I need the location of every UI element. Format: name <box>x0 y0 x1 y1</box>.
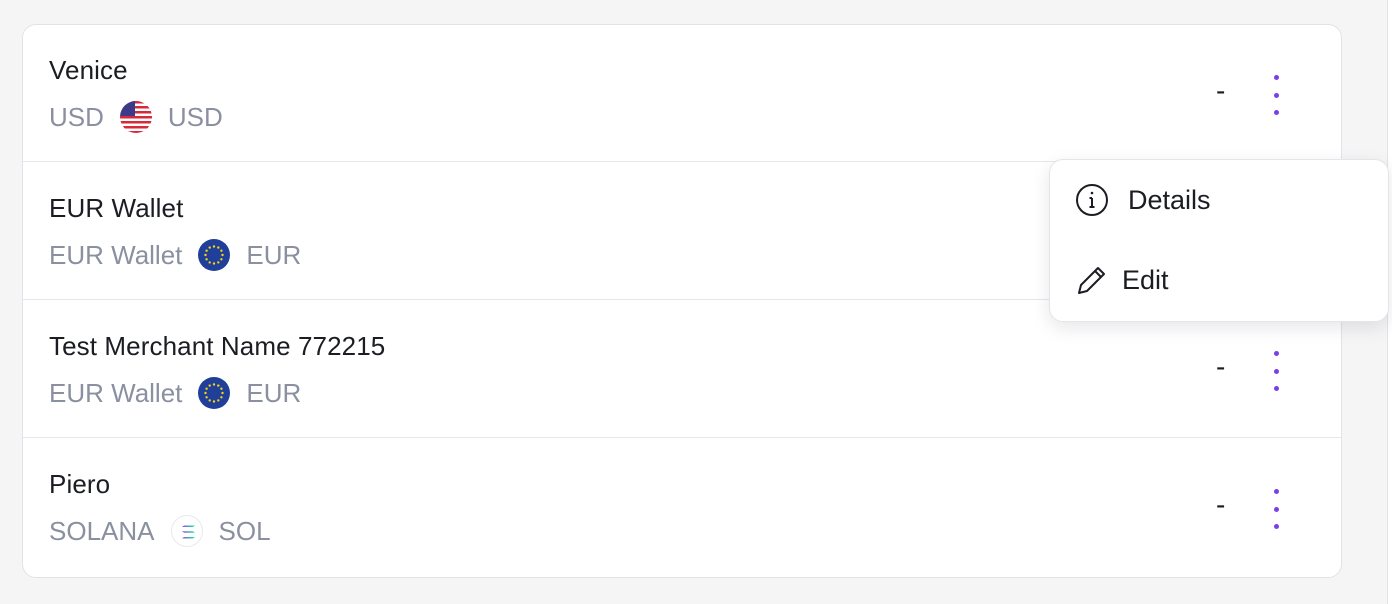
wallet-account: EUR Wallet <box>49 239 183 270</box>
eu-flag-icon <box>198 377 231 409</box>
wallet-name: Piero <box>49 469 111 499</box>
wallet-name: EUR Wallet <box>49 193 184 223</box>
row-actions-menu: Details Edit <box>1049 159 1389 322</box>
more-options-icon[interactable] <box>1263 351 1289 391</box>
eu-flag-icon <box>198 239 231 271</box>
wallet-currency: USD <box>167 101 223 132</box>
wallet-row[interactable]: Venice USD USD - <box>23 25 1341 162</box>
info-icon <box>1074 182 1110 218</box>
pencil-icon <box>1074 262 1110 298</box>
wallet-currency: EUR <box>246 239 302 270</box>
more-options-icon[interactable] <box>1263 489 1289 529</box>
menu-item-edit[interactable]: Edit <box>1074 262 1169 298</box>
wallet-currency: SOL <box>218 515 271 546</box>
wallet-name: Test Merchant Name 772215 <box>49 331 386 361</box>
wallet-subline: EUR Wallet EUR <box>49 377 301 409</box>
wallet-subline: EUR Wallet EUR <box>49 239 301 271</box>
wallet-amount: - <box>1216 489 1226 520</box>
wallet-currency: EUR <box>246 377 302 408</box>
wallet-account: USD <box>49 101 104 132</box>
more-options-icon[interactable] <box>1263 75 1289 115</box>
menu-item-label: Edit <box>1122 264 1169 295</box>
wallet-amount: - <box>1216 75 1226 106</box>
wallet-row[interactable]: Piero SOLANA SOL - <box>23 439 1341 576</box>
wallet-account: SOLANA <box>49 515 155 546</box>
menu-item-label: Details <box>1128 184 1211 215</box>
wallet-account: EUR Wallet <box>49 377 183 408</box>
wallet-name: Venice <box>49 55 128 85</box>
menu-item-details[interactable]: Details <box>1074 182 1211 218</box>
wallet-amount: - <box>1216 351 1226 382</box>
solana-icon <box>170 515 203 547</box>
wallet-subline: USD USD <box>49 101 223 133</box>
wallet-subline: SOLANA SOL <box>49 515 271 547</box>
us-flag-icon <box>119 101 152 133</box>
